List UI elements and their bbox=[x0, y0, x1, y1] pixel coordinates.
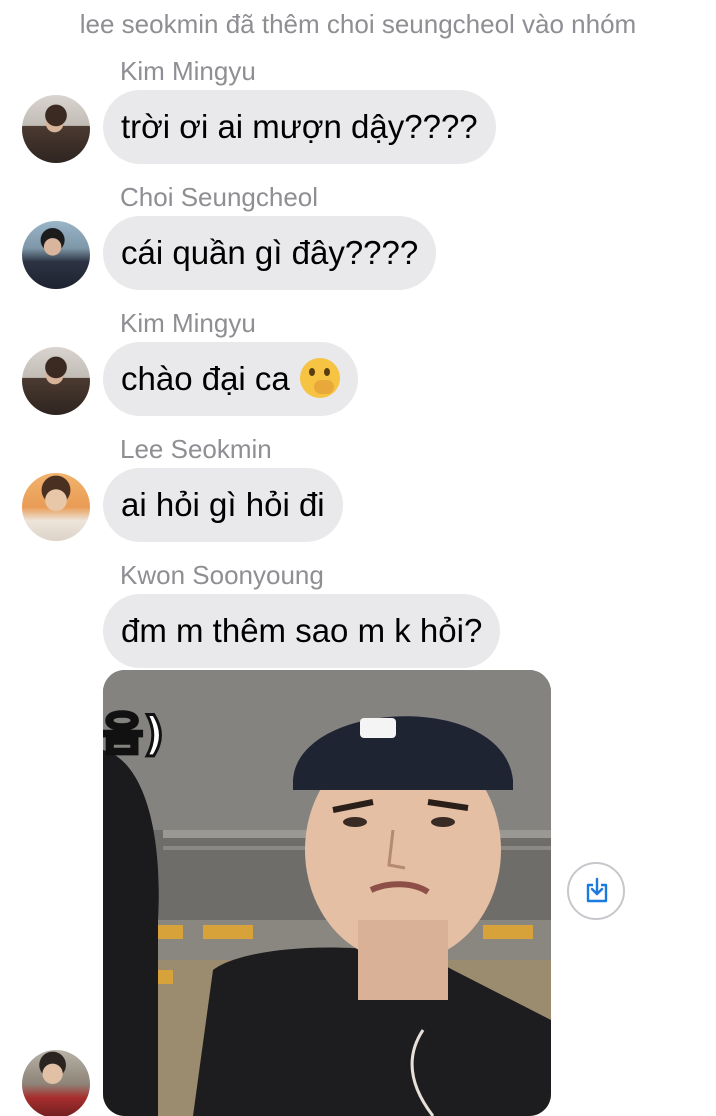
avatar-kwon-soonyoung[interactable] bbox=[22, 1050, 90, 1116]
sender-name: Lee Seokmin bbox=[120, 434, 272, 464]
share-icon bbox=[586, 877, 608, 903]
message-bubble[interactable]: ai hỏi gì hỏi đi bbox=[103, 468, 343, 542]
sender-name: Kim Mingyu bbox=[120, 308, 256, 338]
avatar-kim-mingyu[interactable] bbox=[22, 347, 90, 415]
message-text: ai hỏi gì hỏi đi bbox=[121, 486, 325, 523]
sender-name: Kim Mingyu bbox=[120, 56, 256, 86]
sender-name: Choi Seungcheol bbox=[120, 182, 319, 212]
sender-name: Kwon Soonyoung bbox=[120, 560, 324, 590]
photo-message[interactable]: 음) bbox=[103, 670, 551, 1116]
message-bubble[interactable]: trời ơi ai mượn dậy???? bbox=[103, 90, 496, 164]
message-text: chào đại ca bbox=[121, 360, 290, 397]
message-text: trời ơi ai mượn dậy???? bbox=[121, 108, 478, 145]
message-bubble[interactable]: đm m thêm sao m k hỏi? bbox=[103, 594, 501, 668]
avatar-choi-seungcheol[interactable] bbox=[22, 221, 90, 289]
message-text: cái quần gì đây???? bbox=[121, 234, 419, 271]
system-note: lee seokmin đã thêm choi seungcheol vào … bbox=[79, 9, 637, 39]
photo-image: 음) bbox=[103, 670, 551, 1116]
message-bubble[interactable]: cái quần gì đây???? bbox=[103, 216, 437, 290]
message-bubble[interactable]: chào đại ca bbox=[103, 342, 358, 416]
avatar-lee-seokmin[interactable] bbox=[22, 473, 90, 541]
share-button[interactable] bbox=[567, 862, 625, 920]
message-text: đm m thêm sao m k hỏi? bbox=[121, 612, 483, 649]
avatar-kim-mingyu[interactable] bbox=[22, 95, 90, 163]
face-with-hand-over-mouth-icon bbox=[299, 358, 340, 399]
chat-screen: lee seokmin đã thêm choi seungcheol vào … bbox=[0, 0, 716, 1116]
photo-caption: 음) bbox=[103, 707, 164, 761]
